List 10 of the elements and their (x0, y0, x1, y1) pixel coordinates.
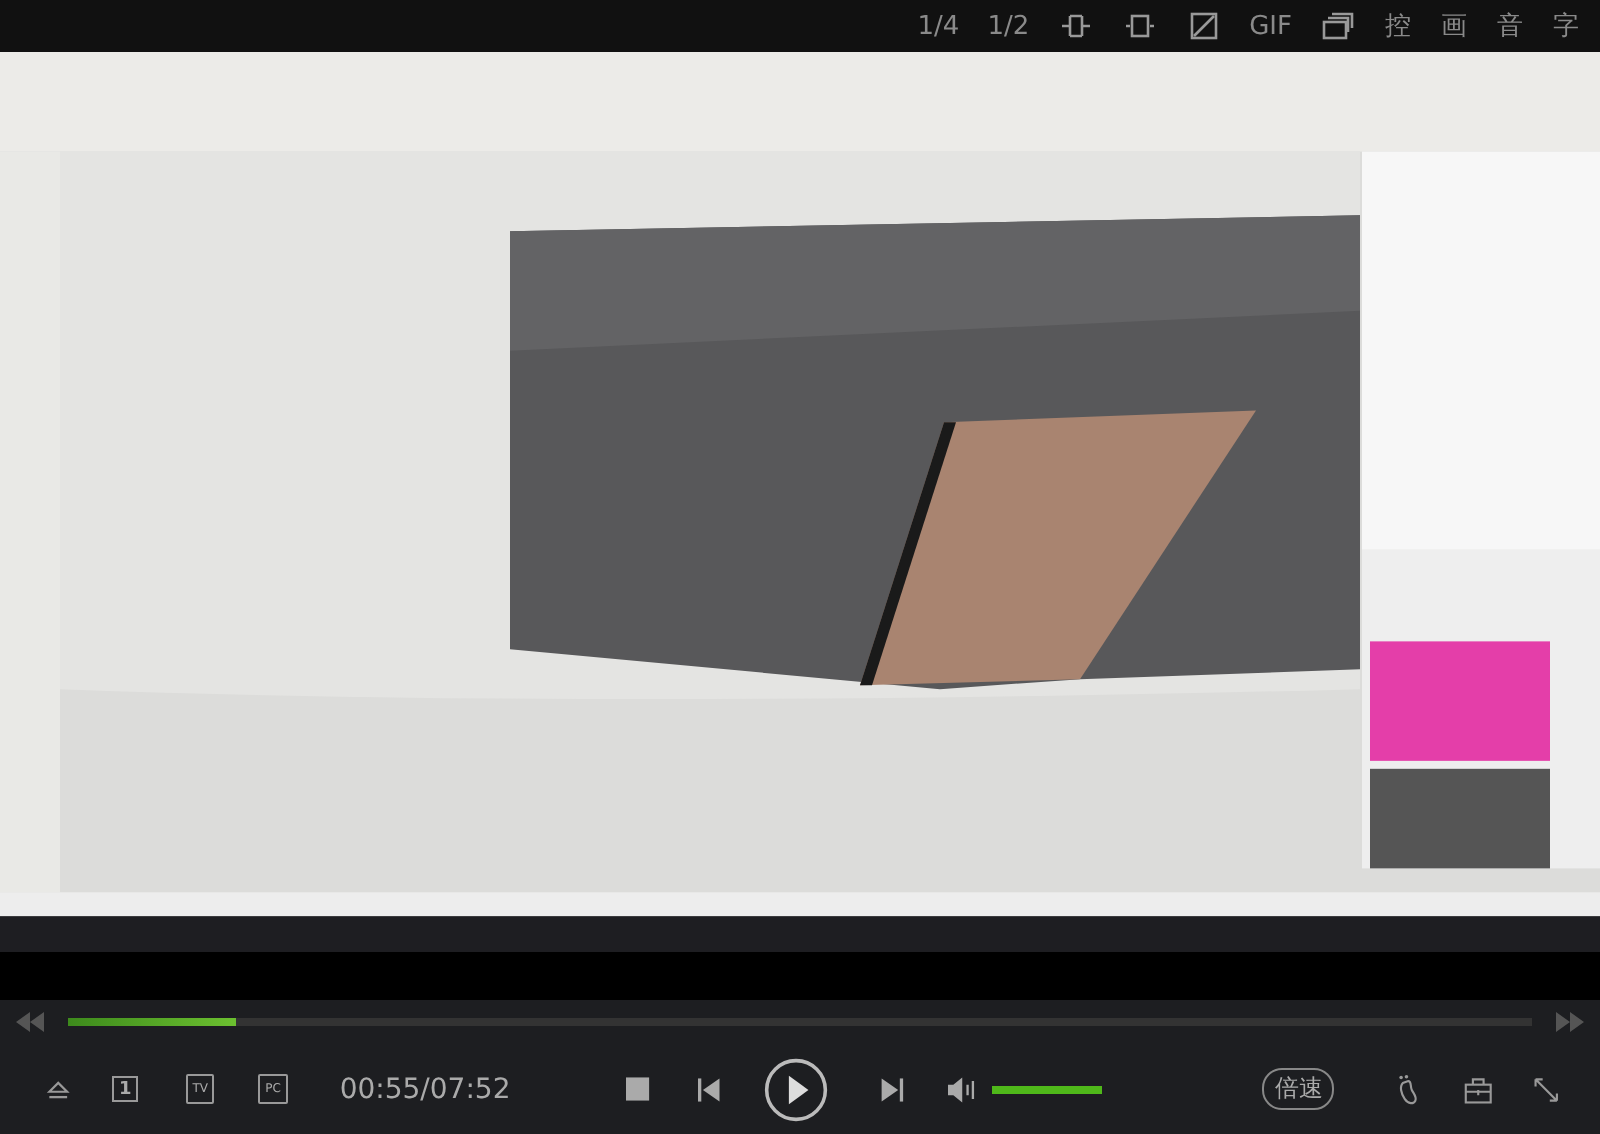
toolbar-button[interactable]: 控 (1380, 8, 1416, 44)
playback-time: 00:55/07:52 (339, 1073, 511, 1105)
toolbar-button[interactable]: 1/2 (983, 11, 1034, 41)
toolbar-button[interactable]: GIF (1245, 11, 1296, 41)
speed-button[interactable]: 倍速 (1262, 1068, 1335, 1110)
toolbar-button[interactable]: 画 (1436, 8, 1472, 44)
toolbar-button[interactable]: 字 (1548, 8, 1584, 44)
toolbar-button[interactable]: 音 (1492, 8, 1528, 44)
toolbar-button[interactable]: 1/4 (913, 11, 964, 41)
single-button[interactable]: 1 (112, 1076, 138, 1102)
